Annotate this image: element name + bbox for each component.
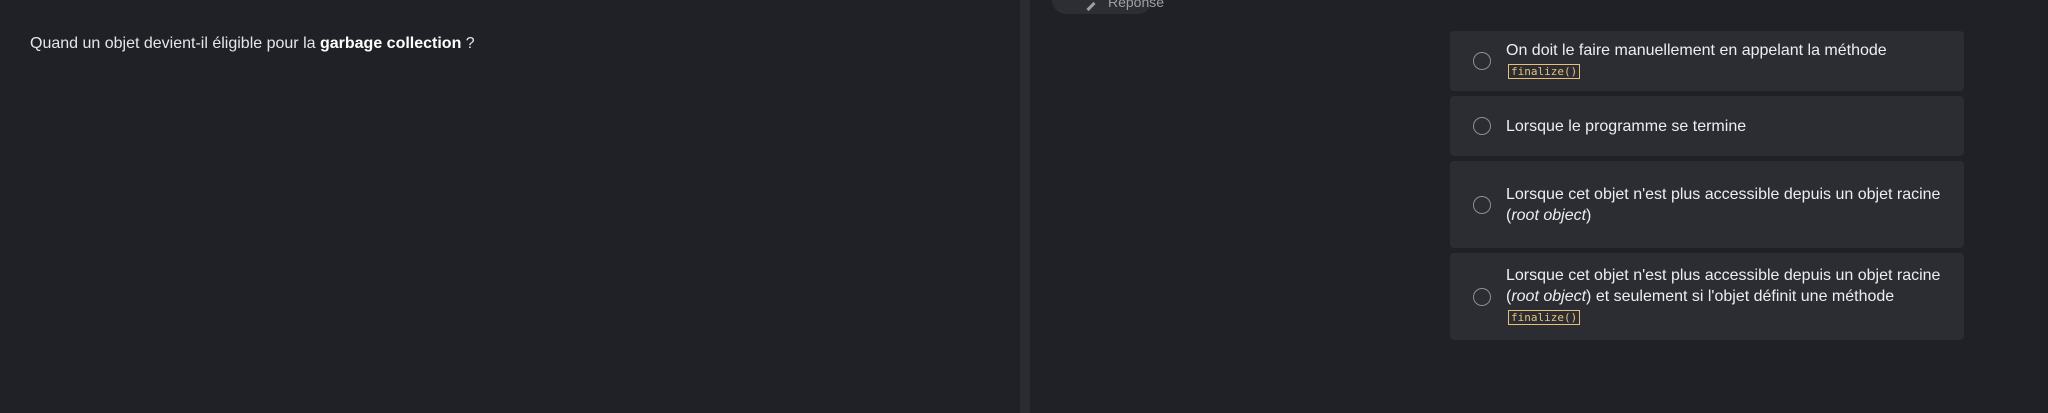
code-snippet: finalize() [1508, 64, 1581, 80]
answer-option-2[interactable]: Lorsque le programme se termine [1450, 96, 1964, 156]
answer-options: On doit le faire manuellement en appelan… [1450, 31, 1964, 345]
option-text: Lorsque cet objet n'est plus accessible … [1506, 184, 1944, 226]
question-suffix: ? [461, 35, 475, 52]
question-pane: Quand un objet devient-il éligible pour … [0, 0, 1020, 413]
answer-tab-label: Réponse [1108, 0, 1165, 10]
answer-option-3[interactable]: Lorsque cet objet n'est plus accessible … [1450, 161, 1964, 248]
radio-icon[interactable] [1473, 287, 1491, 306]
option-text: Lorsque cet objet n'est plus accessible … [1506, 265, 1944, 328]
answer-option-4[interactable]: Lorsque cet objet n'est plus accessible … [1450, 253, 1964, 340]
answer-tab[interactable]: Réponse [1052, 0, 1164, 14]
question-keyword: garbage collection [319, 35, 462, 52]
option-label-end: ) et seulement si l'objet définit une mé… [1586, 288, 1895, 305]
radio-icon[interactable] [1473, 52, 1491, 70]
option-label: On doit le faire manuellement en appelan… [1506, 42, 1887, 59]
option-italic: root object [1511, 206, 1587, 224]
option-italic: root object [1511, 288, 1587, 305]
option-label: Lorsque le programme se termine [1506, 117, 1747, 135]
question-prefix: Quand un objet devient-il éligible pour … [30, 35, 316, 52]
answer-option-1[interactable]: On doit le faire manuellement en appelan… [1450, 31, 1964, 91]
radio-icon[interactable] [1473, 117, 1491, 135]
question-text: Quand un objet devient-il éligible pour … [30, 34, 475, 54]
pen-icon [1086, 1, 1096, 12]
option-text: On doit le faire manuellement en appelan… [1506, 40, 1944, 82]
pane-divider[interactable] [1020, 0, 1030, 413]
option-label-end: ) [1586, 206, 1592, 224]
code-snippet: finalize() [1508, 310, 1581, 326]
radio-icon[interactable] [1473, 195, 1491, 214]
